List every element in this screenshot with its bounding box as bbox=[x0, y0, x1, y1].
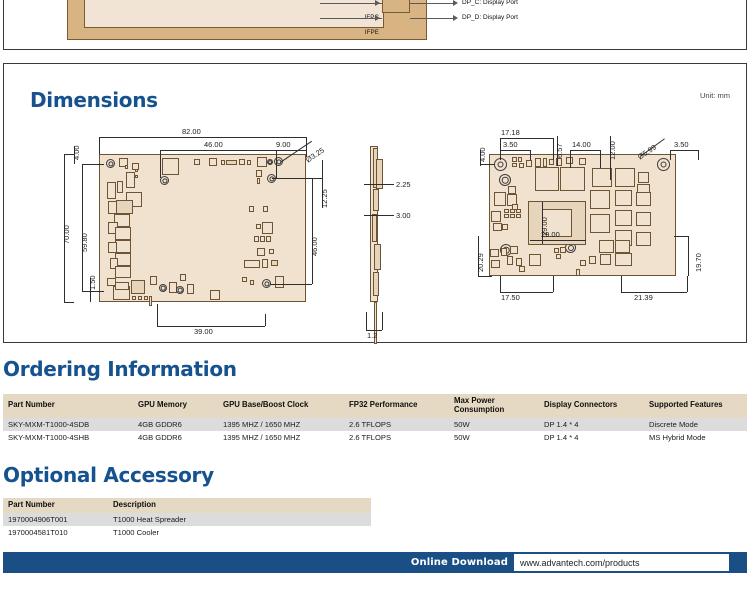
dim-width-edge: 9.00 bbox=[276, 140, 291, 149]
dimensions-heading: Dimensions bbox=[30, 88, 158, 112]
dim-chip-width: 29.00 bbox=[541, 230, 560, 239]
dim-side-thickness: 1.2 bbox=[367, 331, 378, 340]
cell-gpu-memory: 4GB GDDR6 bbox=[133, 417, 218, 432]
table-header-row: Part Number Description bbox=[3, 498, 371, 513]
cell-gpu-clock: 1395 MHZ / 1650 MHZ bbox=[218, 417, 344, 432]
dim-mid-span: 14.00 bbox=[572, 140, 591, 149]
table-row: 1970004906T001 T1000 Heat Spreader bbox=[3, 512, 371, 527]
cell-accessory-part-number: 1970004906T001 bbox=[3, 512, 108, 527]
diagram-line-dpc bbox=[410, 3, 456, 4]
dim-height-overall: 70.00 bbox=[62, 225, 71, 244]
dim-bottom-offset: 1.50 bbox=[88, 275, 97, 290]
dim-bottom-span: 39.00 bbox=[194, 327, 213, 336]
dim-right-span: 46.00 bbox=[310, 237, 319, 256]
optional-accessory-table: Part Number Description 1970004906T001 T… bbox=[3, 498, 371, 540]
cell-part-number: SKY-MXM-T1000-4SDB bbox=[3, 417, 133, 432]
cell-fp32-performance: 2.6 TFLOPS bbox=[344, 417, 449, 432]
dim-left-span: 17.18 bbox=[501, 128, 520, 137]
mounting-hole bbox=[657, 158, 670, 171]
optional-accessory-heading: Optional Accessory bbox=[3, 463, 214, 487]
diagram-line-ifpe bbox=[320, 18, 382, 19]
cell-max-power: 50W bbox=[449, 431, 539, 445]
dim-small-gap: 6.57 bbox=[555, 143, 564, 158]
col-accessory-part-number: Part Number bbox=[3, 498, 108, 513]
col-gpu-memory: GPU Memory bbox=[133, 394, 218, 418]
cell-gpu-clock: 1395 MHZ / 1650 MHZ bbox=[218, 431, 344, 445]
dim-width-inner: 46.00 bbox=[204, 140, 223, 149]
cell-accessory-part-number: 1970004581T010 bbox=[3, 526, 108, 540]
diagram-line-dpd bbox=[410, 18, 456, 19]
footer-bar: Online Download www.advantech.com/produc… bbox=[3, 552, 747, 573]
dim-right-bottom: 19.70 bbox=[694, 253, 703, 272]
cell-gpu-memory: 4GB GDDR6 bbox=[133, 431, 218, 445]
diagram-label-ifpe: IFPE bbox=[364, 30, 379, 36]
diagram-output-dpd: DP_D: Display Port bbox=[462, 14, 518, 21]
dim-width-overall: 82.00 bbox=[182, 127, 201, 136]
online-download-label: Online Download bbox=[410, 557, 508, 568]
ordering-information-heading: Ordering Information bbox=[3, 357, 237, 381]
col-fp32-performance: FP32 Performance bbox=[344, 394, 449, 418]
dim-side-lower-gap: 3.00 bbox=[396, 211, 411, 220]
diagram-mux-block: M bbox=[382, 0, 410, 13]
mounting-hole bbox=[106, 159, 115, 168]
col-supported-features: Supported Features bbox=[644, 394, 747, 418]
table-row: 1970004581T010 T1000 Cooler bbox=[3, 526, 371, 540]
cell-supported-features: MS Hybrid Mode bbox=[644, 431, 747, 445]
cell-supported-features: Discrete Mode bbox=[644, 417, 747, 432]
diagram-outer-block: IFPC IFPE bbox=[67, 0, 427, 40]
diagram-inner-block: IFPC IFPE bbox=[84, 0, 384, 36]
cell-part-number: SKY-MXM-T1000-4SHB bbox=[3, 431, 133, 445]
diagram-output-dpc: DP_C: Display Port bbox=[462, 0, 518, 6]
col-gpu-clock: GPU Base/Boost Clock bbox=[218, 394, 344, 418]
unit-note: Unit: mm bbox=[700, 91, 730, 100]
cell-fp32-performance: 2.6 TFLOPS bbox=[344, 431, 449, 445]
ordering-information-table: Part Number GPU Memory GPU Base/Boost Cl… bbox=[3, 394, 747, 445]
dim-mid-offset: 12.00 bbox=[608, 141, 617, 160]
col-accessory-description: Description bbox=[108, 498, 371, 513]
cell-display-connectors: DP 1.4 * 4 bbox=[539, 431, 644, 445]
dim-left-bottom: 20.29 bbox=[476, 253, 485, 272]
cell-max-power: 50W bbox=[449, 417, 539, 432]
col-part-number: Part Number bbox=[3, 394, 133, 418]
cell-accessory-description: T1000 Cooler bbox=[108, 526, 371, 540]
col-max-power: Max Power Consumption bbox=[449, 394, 539, 418]
dim-top-offset: 4.00 bbox=[72, 145, 81, 160]
cell-accessory-description: T1000 Heat Spreader bbox=[108, 512, 371, 527]
online-download-url[interactable]: www.advantech.com/products bbox=[514, 554, 729, 571]
dimensions-panel: Dimensions Unit: mm 82.00 46.00 9.00 Ø3.… bbox=[3, 63, 747, 344]
dim-right-inset: 3.50 bbox=[674, 140, 689, 149]
diagram-line-ifpc bbox=[320, 3, 382, 4]
dim-bottom-right-span: 21.39 bbox=[634, 293, 653, 302]
dim-left-inset: 3.50 bbox=[503, 140, 518, 149]
block-diagram-panel: IFPC IFPE M DP_C: Display Port DP_D: Dis… bbox=[3, 0, 747, 50]
dim-height-inner: 59.80 bbox=[80, 233, 89, 252]
dim-bottom-left-span: 17.50 bbox=[501, 293, 520, 302]
dim-right-top-offset: 12.25 bbox=[320, 189, 329, 208]
dim-side-upper-gap: 2.25 bbox=[396, 180, 411, 189]
table-row: SKY-MXM-T1000-4SHB 4GB GDDR6 1395 MHZ / … bbox=[3, 431, 747, 445]
dim-bottom-top-offset: 4.00 bbox=[478, 147, 487, 162]
table-row: SKY-MXM-T1000-4SDB 4GB GDDR6 1395 MHZ / … bbox=[3, 417, 747, 432]
table-header-row: Part Number GPU Memory GPU Base/Boost Cl… bbox=[3, 394, 747, 418]
col-display-connectors: Display Connectors bbox=[539, 394, 644, 418]
cell-display-connectors: DP 1.4 * 4 bbox=[539, 417, 644, 432]
datasheet-page: IFPC IFPE M DP_C: Display Port DP_D: Dis… bbox=[0, 0, 750, 591]
